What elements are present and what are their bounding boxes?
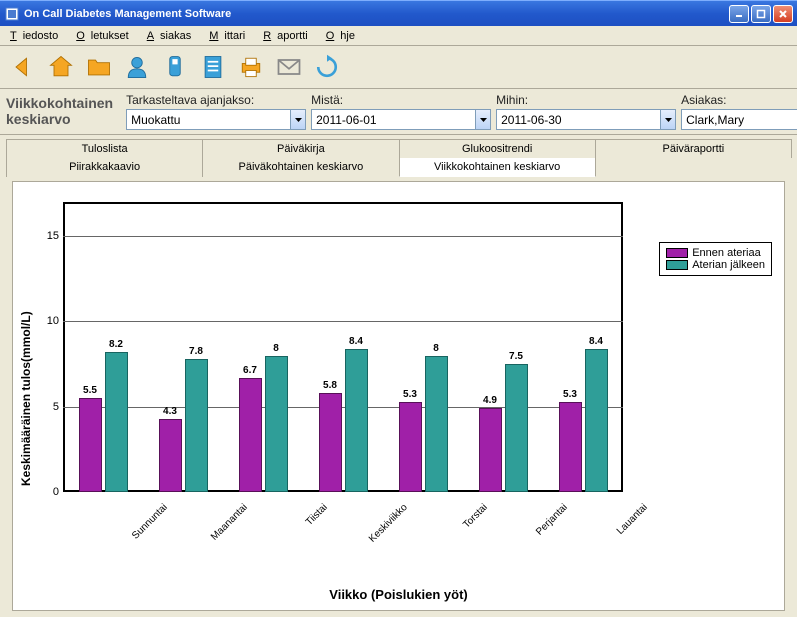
bar-value: 8.4 — [349, 336, 363, 347]
menu-meter[interactable]: Mittari — [203, 28, 257, 44]
bar-post: 8 — [265, 356, 288, 492]
bar-value: 8 — [433, 343, 439, 354]
bar-pre: 5.3 — [399, 402, 422, 492]
to-date[interactable] — [496, 109, 676, 130]
back-button[interactable] — [6, 50, 40, 84]
x-tick: Lauantai — [599, 502, 649, 552]
tab-glucose-trend[interactable]: Glukoositrendi — [399, 139, 596, 158]
chevron-down-icon[interactable] — [660, 110, 675, 129]
menu-report[interactable]: Raportti — [257, 28, 320, 44]
legend-post: Aterian jälkeen — [692, 259, 765, 271]
bar-post: 8 — [425, 356, 448, 492]
tab-day-report[interactable]: Päiväraportti — [595, 139, 792, 158]
menubar: Tiedosto Oletukset Asiakas Mittari Rapor… — [0, 26, 797, 46]
bar-pre: 6.7 — [239, 378, 262, 492]
to-label: Mihin: — [496, 93, 676, 107]
x-tick: Sunnuntai — [119, 502, 169, 552]
refresh-button[interactable] — [310, 50, 344, 84]
close-button[interactable] — [773, 5, 793, 23]
customer-label: Asiakas: — [681, 93, 797, 107]
print-button[interactable] — [234, 50, 268, 84]
bar-post: 7.8 — [185, 359, 208, 492]
y-tick: 5 — [53, 401, 59, 413]
bar-value: 4.9 — [483, 395, 497, 406]
bar-post: 8.4 — [345, 349, 368, 492]
from-date[interactable] — [311, 109, 491, 130]
bar-post: 8.4 — [585, 349, 608, 492]
menu-defaults[interactable]: Oletukset — [70, 28, 140, 44]
bar-value: 5.5 — [83, 385, 97, 396]
bar-value: 8.2 — [109, 339, 123, 350]
menu-file[interactable]: Tiedosto — [4, 28, 70, 44]
range-label: Tarkasteltava ajanjakso: — [126, 93, 306, 107]
tab-weekly-avg[interactable]: Viikkokohtainen keskiarvo — [399, 158, 596, 177]
bar-value: 5.8 — [323, 380, 337, 391]
bar-value: 7.8 — [189, 346, 203, 357]
legend-pre: Ennen ateriaa — [692, 247, 761, 259]
page-title: Viikkokohtainen keskiarvo — [6, 96, 123, 127]
minimize-button[interactable] — [729, 5, 749, 23]
bar-value: 5.3 — [563, 389, 577, 400]
menu-customer[interactable]: Asiakas — [141, 28, 204, 44]
menu-help[interactable]: Ohje — [320, 28, 367, 44]
filter-row: Viikkokohtainen keskiarvo Tarkasteltava … — [0, 89, 797, 135]
toolbar — [0, 46, 797, 89]
y-tick: 10 — [47, 315, 59, 327]
plot-region: 5.58.2Sunnuntai4.37.8Maanantai6.78Tiista… — [63, 192, 623, 606]
bar-value: 8 — [273, 343, 279, 354]
email-button[interactable] — [272, 50, 306, 84]
range-select[interactable] — [126, 109, 306, 130]
x-tick: Maanantai — [199, 502, 249, 552]
from-label: Mistä: — [311, 93, 491, 107]
titlebar: On Call Diabetes Management Software — [0, 0, 797, 26]
tab-results[interactable]: Tuloslista — [6, 139, 203, 158]
user-button[interactable] — [120, 50, 154, 84]
meter-button[interactable] — [158, 50, 192, 84]
chevron-down-icon[interactable] — [290, 110, 305, 129]
x-tick: Torstai — [439, 502, 489, 552]
bar-pre: 5.8 — [319, 393, 342, 492]
customer-value[interactable] — [682, 110, 797, 129]
tab-daily-avg[interactable]: Päiväkohtainen keskiarvo — [202, 158, 399, 177]
report-button[interactable] — [196, 50, 230, 84]
y-tick: 15 — [47, 230, 59, 242]
x-tick: Keskiviikko — [359, 502, 409, 552]
home-button[interactable] — [44, 50, 78, 84]
to-value[interactable] — [497, 110, 660, 129]
bar-post: 8.2 — [105, 352, 128, 492]
bar-pre: 4.3 — [159, 419, 182, 492]
bar-value: 7.5 — [509, 351, 523, 362]
y-tick: 0 — [53, 486, 59, 498]
window-title: On Call Diabetes Management Software — [24, 8, 729, 20]
bar-value: 4.3 — [163, 406, 177, 417]
chart-container: Keskimääräinen tulos(mmol/L) 051015 5.58… — [12, 181, 785, 611]
y-axis-label: Keskimääräinen tulos(mmol/L) — [17, 192, 35, 606]
chart-legend: Ennen ateriaa Aterian jälkeen — [659, 242, 772, 276]
tab-diary[interactable]: Päiväkirja — [202, 139, 399, 158]
chevron-down-icon[interactable] — [475, 110, 490, 129]
tabs-row-1: Tuloslista Päiväkirja Glukoositrendi Päi… — [6, 139, 791, 158]
range-value[interactable] — [127, 110, 290, 129]
bar-value: 8.4 — [589, 336, 603, 347]
bar-value: 5.3 — [403, 389, 417, 400]
maximize-button[interactable] — [751, 5, 771, 23]
legend-swatch-post — [666, 260, 688, 270]
open-folder-button[interactable] — [82, 50, 116, 84]
x-axis-label: Viikko (Poislukien yöt) — [13, 587, 784, 602]
app-icon — [4, 6, 20, 22]
bar-pre: 5.3 — [559, 402, 582, 492]
y-ticks: 0 5 10 15 — [35, 192, 63, 606]
bar-pre: 5.5 — [79, 398, 102, 492]
bar-pre: 4.9 — [479, 408, 502, 492]
legend-swatch-pre — [666, 248, 688, 258]
x-tick: Tiistai — [279, 502, 329, 552]
bar-value: 6.7 — [243, 365, 257, 376]
x-tick: Perjantai — [519, 502, 569, 552]
from-value[interactable] — [312, 110, 475, 129]
tabs-row-2: Piirakkakaavio Päiväkohtainen keskiarvo … — [6, 158, 791, 177]
bar-post: 7.5 — [505, 364, 528, 492]
customer-select[interactable] — [681, 109, 797, 130]
tab-pie[interactable]: Piirakkakaavio — [6, 158, 203, 177]
